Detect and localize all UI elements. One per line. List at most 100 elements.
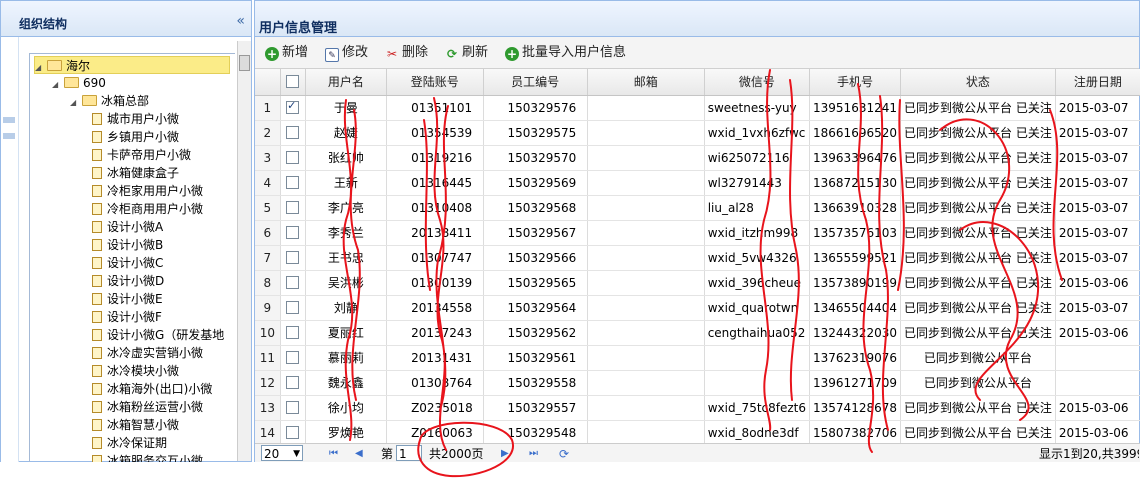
tree-leaf-node[interactable]: 冰冷模块小微 <box>92 362 179 380</box>
org-panel-header: 组织结构 « <box>1 1 251 37</box>
tree-leaf-node[interactable]: 冰冷保证期 <box>92 434 167 452</box>
row-checkbox-cell[interactable] <box>280 395 306 421</box>
table-row[interactable]: 6 李秀兰 20138411 150329567 wxid_itzhm998 135735… <box>255 220 1140 246</box>
col-wechat[interactable]: 微信号 <box>704 69 811 96</box>
row-checkbox-cell[interactable] <box>280 245 306 271</box>
scrollbar-thumb[interactable] <box>239 55 250 71</box>
reload-icon[interactable]: ⟳ <box>559 446 569 462</box>
user-grid: 用户名 登陆账号 员工编号 邮箱 微信号 手机号 状态 注册日期 1 于曼0135… <box>255 69 1140 443</box>
tree-leaf-node[interactable]: 冰冷虚实营销小微 <box>92 344 203 362</box>
row-checkbox[interactable] <box>286 275 300 289</box>
tree-folder-node[interactable]: ◢ 海尔 <box>34 56 230 74</box>
tree-leaf-node[interactable]: 设计小微C <box>92 254 163 272</box>
page-size-select[interactable]: 20 ▼ <box>261 445 303 461</box>
col-email[interactable]: 邮箱 <box>587 69 705 96</box>
row-checkbox-cell[interactable] <box>280 295 306 321</box>
row-checkbox-cell[interactable] <box>280 370 306 396</box>
table-row[interactable]: 8 吴洪彬 01300139 150329565 wxid_396cheue 135738… <box>255 270 1140 296</box>
tree-leaf-node[interactable]: 设计小微D <box>92 272 164 290</box>
row-checkbox-cell[interactable] <box>280 270 306 296</box>
tree-vertical-scrollbar[interactable] <box>237 41 251 461</box>
collapse-left-icon[interactable]: « <box>236 13 245 29</box>
table-row[interactable]: 3 张红帅 01319216 150329570 wi625072116 13963396… <box>255 145 1140 171</box>
table-row[interactable]: 2 赵婕 01354539 150329575 wxid_1vxh6zfwc 186616… <box>255 120 1140 146</box>
row-checkbox[interactable] <box>286 300 300 314</box>
table-row[interactable]: 14 罗焕艳 Z0160063 150329548 wxid_8odne3df 15807… <box>255 420 1140 443</box>
document-icon <box>92 221 102 233</box>
row-checkbox[interactable] <box>286 150 300 164</box>
col-phone[interactable]: 手机号 <box>809 69 901 96</box>
table-row[interactable]: 4 王新 01316445 150329569 wl32791443 1368721513… <box>255 170 1140 196</box>
table-row[interactable]: 7 王书忠 01307747 150329566 wxid_5vw4326 1365559… <box>255 245 1140 271</box>
row-checkbox-cell[interactable] <box>280 320 306 346</box>
first-page-icon[interactable]: ⏮ <box>329 446 338 462</box>
row-checkbox[interactable] <box>286 425 300 439</box>
row-checkbox[interactable] <box>286 400 300 414</box>
row-checkbox[interactable] <box>286 99 300 114</box>
tree-leaf-node[interactable]: 冷柜商用用户小微 <box>92 200 203 218</box>
row-checkbox[interactable] <box>286 250 300 264</box>
expand-arrow-icon[interactable]: ◢ <box>52 76 64 94</box>
checkbox[interactable] <box>286 74 300 88</box>
table-row[interactable]: 13 徐小均 Z0235018 150329557 wxid_75tc8fezt6 135… <box>255 395 1140 421</box>
tree-leaf-node[interactable]: 冰箱粉丝运营小微 <box>92 398 203 416</box>
row-checkbox-cell[interactable] <box>280 170 306 196</box>
col-status[interactable]: 状态 <box>900 69 1056 96</box>
tree-leaf-node[interactable]: 设计小微A <box>92 218 163 236</box>
tree-leaf-node[interactable]: 冰箱智慧小微 <box>92 416 179 434</box>
tree-leaf-node[interactable]: 设计小微E <box>92 290 163 308</box>
tree-leaf-node[interactable]: 冰箱健康盒子 <box>92 164 179 182</box>
row-checkbox-cell[interactable] <box>280 420 306 443</box>
table-row[interactable]: 12 魏永鑫 01308764 150329558 13961271709 已同步到微公从… <box>255 370 1140 396</box>
tree-leaf-node[interactable]: 卡萨帝用户小微 <box>92 146 191 164</box>
table-row[interactable]: 11 慕丽莉 20131431 150329561 13762319076 已同步到微公从… <box>255 345 1140 371</box>
tree-folder-node[interactable]: ◢ 冰箱总部 <box>70 92 149 110</box>
edit-button[interactable]: ✎ 修改 <box>325 42 368 64</box>
select-all-checkbox[interactable] <box>280 69 306 96</box>
row-checkbox[interactable] <box>286 175 300 189</box>
tree-leaf-node[interactable]: 乡镇用户小微 <box>92 128 179 146</box>
col-employee-id[interactable]: 员工编号 <box>483 69 588 96</box>
strip-tick <box>3 133 15 139</box>
cell-account: 01354539 <box>386 120 484 146</box>
next-page-icon[interactable]: ▶ <box>501 446 509 462</box>
page-number-input[interactable]: 1 <box>396 445 422 461</box>
tree-leaf-node[interactable]: 冰箱海外(出口)小微 <box>92 380 212 398</box>
table-row[interactable]: 5 李广亮 01310408 150329568 liu_al28 13663910328… <box>255 195 1140 221</box>
table-row[interactable]: 1 于曼01351101150329576 sweetness-yuy1395163… <box>255 95 1140 121</box>
row-checkbox[interactable] <box>286 350 300 364</box>
tree-leaf-node[interactable]: 设计小微F <box>92 308 162 326</box>
row-checkbox[interactable] <box>286 200 300 214</box>
expand-arrow-icon[interactable]: ◢ <box>35 59 47 77</box>
tree-leaf-node[interactable]: 设计小微B <box>92 236 163 254</box>
batch-import-button[interactable]: + 批量导入用户信息 <box>505 42 626 64</box>
prev-page-icon[interactable]: ◀ <box>355 446 363 462</box>
row-checkbox-cell[interactable] <box>280 95 306 121</box>
row-checkbox-cell[interactable] <box>280 345 306 371</box>
row-checkbox-cell[interactable] <box>280 195 306 221</box>
table-row[interactable]: 9 刘静 20134558 150329564 wxid_quarotwn 1346550… <box>255 295 1140 321</box>
row-checkbox-cell[interactable] <box>280 145 306 171</box>
tree-leaf-node[interactable]: 冷柜家用用户小微 <box>92 182 203 200</box>
col-username[interactable]: 用户名 <box>305 69 388 96</box>
row-checkbox-cell[interactable] <box>280 220 306 246</box>
tree-leaf-node[interactable]: 设计小微G（研发基地 <box>92 326 224 344</box>
row-checkbox[interactable] <box>286 125 300 139</box>
col-register-date[interactable]: 注册日期 <box>1055 69 1140 96</box>
tree-node-label: 乡镇用户小微 <box>107 130 180 144</box>
row-checkbox-cell[interactable] <box>280 120 306 146</box>
last-page-icon[interactable]: ⏭ <box>529 446 538 462</box>
total-pages-text: 共2000页 <box>429 447 484 461</box>
tree-leaf-node[interactable]: 城市用户小微 <box>92 110 179 128</box>
row-checkbox[interactable] <box>286 325 300 339</box>
tree-folder-node[interactable]: ◢ 690 <box>52 74 106 92</box>
refresh-button[interactable]: ⟳ 刷新 <box>445 42 488 64</box>
col-login-account[interactable]: 登陆账号 <box>386 69 484 96</box>
row-checkbox[interactable] <box>286 225 300 239</box>
expand-arrow-icon[interactable]: ◢ <box>70 94 82 112</box>
row-checkbox[interactable] <box>286 375 300 389</box>
add-button[interactable]: + 新增 <box>265 42 308 64</box>
table-row[interactable]: 10 夏丽红 20137243 150329562 cengthaihua052 1324… <box>255 320 1140 346</box>
cell-date: 2015-03-07 <box>1055 295 1140 321</box>
delete-button[interactable]: ✂ 删除 <box>385 42 428 64</box>
